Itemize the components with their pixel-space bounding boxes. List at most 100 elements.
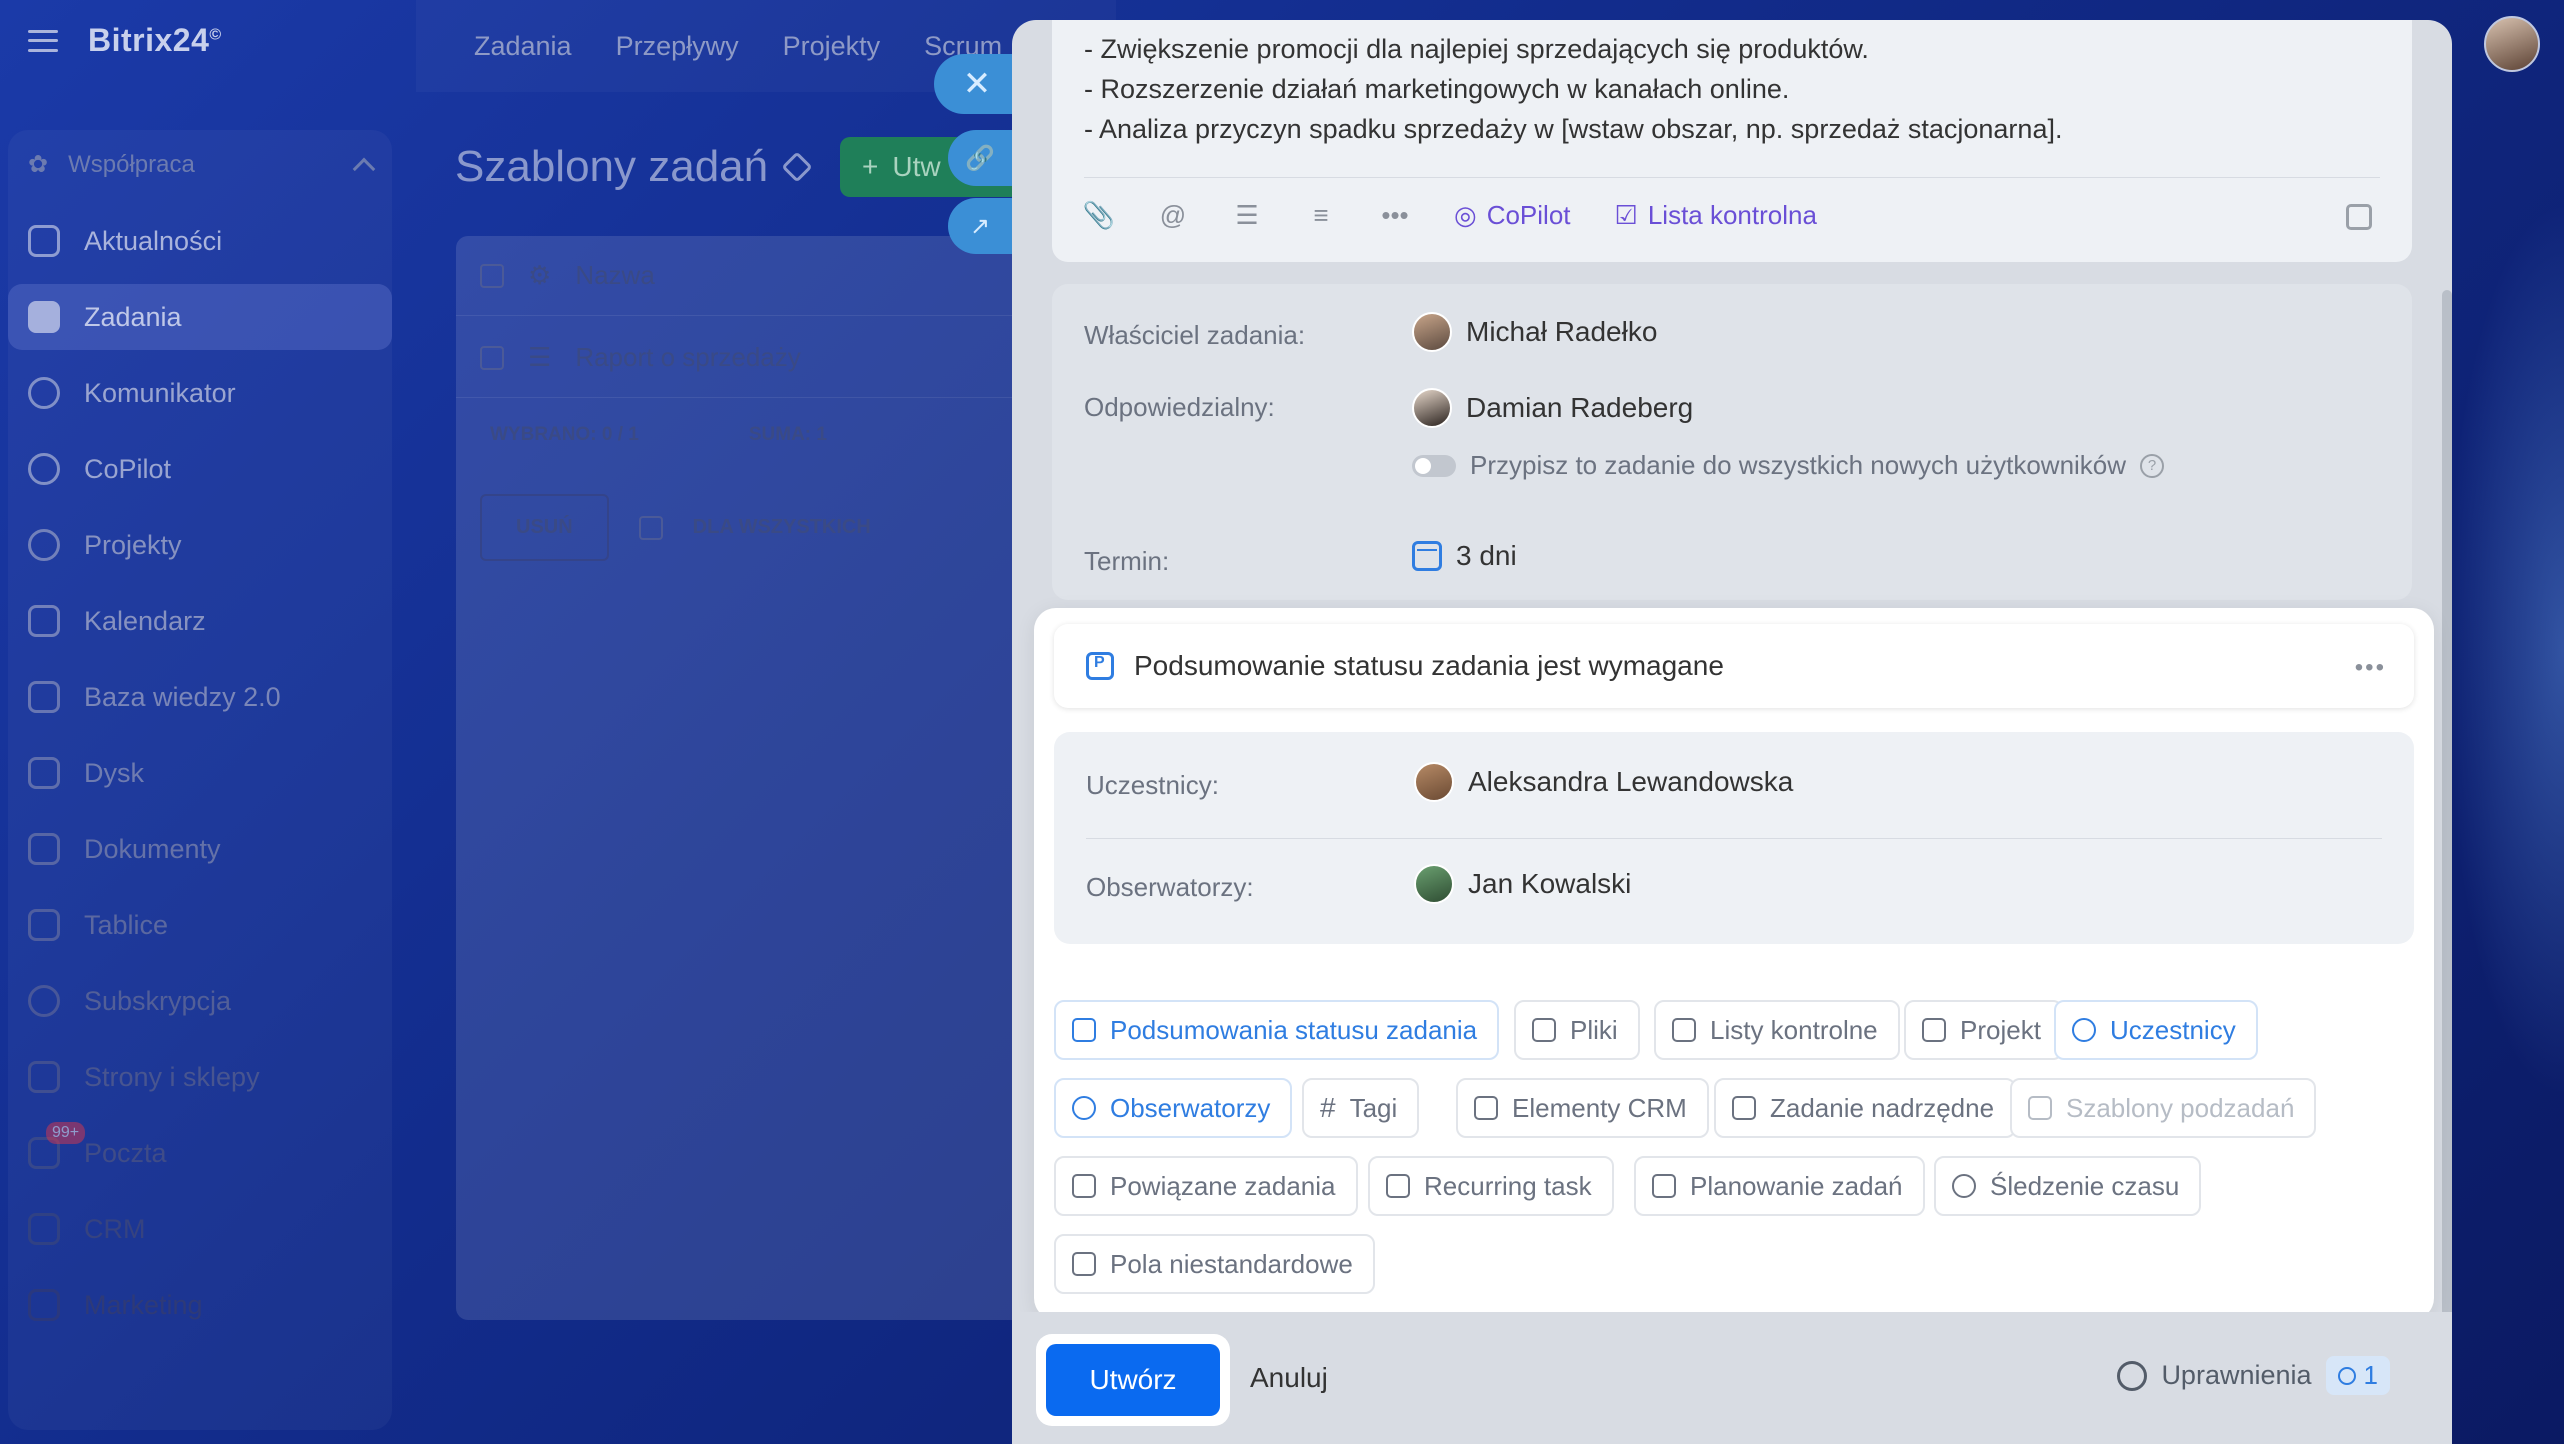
column-name[interactable]: Nazwa — [575, 260, 654, 291]
scrollbar[interactable] — [2442, 290, 2452, 1330]
pin-icon[interactable] — [781, 151, 813, 183]
sidebar-item-aktualnosci[interactable]: Aktualności — [8, 208, 392, 274]
mention-icon[interactable]: @ — [1158, 200, 1188, 231]
topnav-zadania[interactable]: Zadania — [474, 31, 572, 62]
calendar-icon — [1652, 1174, 1676, 1198]
observers-value[interactable]: Jan Kowalski — [1414, 864, 1631, 904]
avatar — [1414, 864, 1454, 904]
divider — [1086, 838, 2382, 839]
assign-all-row: Przypisz to zadanie do wszystkich nowych… — [1412, 450, 2165, 481]
chip-custom-fields[interactable]: Pola niestandardowe — [1054, 1234, 1375, 1294]
chip-checklists[interactable]: Listy kontrolne — [1654, 1000, 1900, 1060]
collab-icon: ✿ — [28, 151, 49, 178]
checklist-button[interactable]: ☑ Lista kontrolna — [1615, 200, 1817, 231]
chip-observers[interactable]: Obserwatorzy — [1054, 1078, 1293, 1138]
chip-files[interactable]: Pliki — [1514, 1000, 1640, 1060]
chevron-up-icon — [352, 157, 376, 180]
sidebar-item-copilot[interactable]: CoPilot — [8, 436, 392, 502]
permissions-button[interactable]: Uprawnienia 1 — [2117, 1356, 2390, 1395]
sidebar-item-dysk[interactable]: Dysk — [8, 740, 392, 806]
extra-fields-panel: Podsumowanie statusu zadania jest wymaga… — [1034, 608, 2434, 1320]
sidebar-item-strony[interactable]: Strony i sklepy — [8, 1044, 392, 1110]
bullet-list-icon[interactable]: ☰ — [1232, 200, 1262, 231]
open-new-window-button[interactable]: ↗ — [948, 198, 1012, 254]
slider-footer: Utwórz Anuluj Uprawnienia 1 — [1012, 1312, 2452, 1444]
more-options-icon[interactable]: ••• — [2355, 654, 2386, 682]
book-icon — [28, 681, 60, 713]
chip-related-tasks[interactable]: Powiązane zadania — [1054, 1156, 1358, 1216]
copilot-icon — [28, 453, 60, 485]
chip-task-planning[interactable]: Planowanie zadań — [1634, 1156, 1925, 1216]
help-icon[interactable]: ? — [2140, 453, 2165, 478]
sidebar-item-tablice[interactable]: Tablice — [8, 892, 392, 958]
menu-icon[interactable] — [28, 29, 58, 52]
copy-link-button[interactable]: 🔗 — [948, 130, 1012, 186]
chip-project[interactable]: Projekt — [1904, 1000, 2063, 1060]
select-all-checkbox[interactable] — [480, 263, 504, 288]
chip-crm[interactable]: Elementy CRM — [1456, 1078, 1709, 1138]
description-line[interactable]: - Analiza przyczyn spadku sprzedaży w [w… — [1084, 114, 2062, 145]
person-icon — [2337, 1366, 2356, 1385]
deadline-value[interactable]: 3 dni — [1412, 540, 1517, 572]
create-button[interactable]: Utwórz — [1046, 1344, 1220, 1416]
owner-value[interactable]: Michał Radełko — [1412, 312, 1657, 352]
repeat-icon — [1386, 1174, 1410, 1198]
templates-grid: ⚙ Nazwa ☰ Raport o sprzedaży WYBRANO: 0 … — [456, 236, 1096, 1320]
sidebar-item-zadania[interactable]: Zadania — [8, 284, 392, 350]
user-avatar[interactable] — [2484, 16, 2540, 72]
sidebar-item-marketing[interactable]: Marketing — [8, 1272, 392, 1338]
status-summary-card[interactable]: Podsumowanie statusu zadania jest wymaga… — [1054, 624, 2414, 708]
avatar — [1412, 312, 1452, 352]
description-line[interactable]: - Rozszerzenie działań marketingowych w … — [1084, 74, 1789, 105]
more-icon[interactable]: ••• — [1380, 200, 1410, 231]
marketing-icon — [28, 1289, 60, 1321]
topnav-projekty[interactable]: Projekty — [783, 31, 881, 62]
chip-recurring-task[interactable]: Recurring task — [1368, 1156, 1614, 1216]
cancel-button[interactable]: Anuluj — [1250, 1362, 1328, 1394]
copilot-button[interactable]: ◎ CoPilot — [1454, 200, 1571, 231]
sidebar-item-poczta[interactable]: Poczta 99+ — [8, 1120, 392, 1186]
delete-button[interactable]: USUŃ — [480, 494, 609, 561]
for-all-checkbox[interactable] — [638, 515, 663, 540]
sidebar-item-projekty[interactable]: Projekty — [8, 512, 392, 578]
sidebar-item-kalendarz[interactable]: Kalendarz — [8, 588, 392, 654]
description-line[interactable]: - Zwiększenie promocji dla najlepiej spr… — [1084, 34, 1869, 65]
chip-subtask-templates[interactable]: Szablony podzadań — [2010, 1078, 2317, 1138]
topnav-przeplywy[interactable]: Przepływy — [616, 31, 739, 62]
chip-participants[interactable]: Uczestnicy — [2054, 1000, 2258, 1060]
row-checkbox[interactable] — [480, 345, 504, 370]
attach-icon[interactable]: 📎 — [1083, 200, 1115, 231]
sidebar-item-crm[interactable]: CRM — [8, 1196, 392, 1262]
nav-group-header[interactable]: ✿ Współpraca — [28, 150, 376, 180]
people-card: Uczestnicy: Aleksandra Lewandowska Obser… — [1054, 732, 2414, 944]
checklist-icon: ☑ — [1614, 200, 1638, 230]
row-title[interactable]: Raport o sprzedaży — [575, 342, 800, 373]
sidebar: Bitrix24© ✿ Współpraca Aktualności Zadan… — [0, 0, 412, 1444]
subscription-icon — [28, 985, 60, 1017]
sidebar-item-komunikator[interactable]: Komunikator — [8, 360, 392, 426]
close-slider-button[interactable]: ✕ — [934, 54, 1020, 114]
search-doc-icon — [1732, 1096, 1756, 1120]
numbered-list-icon[interactable]: ≡ — [1306, 200, 1336, 231]
gear-icon — [2117, 1360, 2148, 1391]
chip-parent-task[interactable]: Zadanie nadrzędne — [1714, 1078, 2017, 1138]
chip-status-summary[interactable]: Podsumowania statusu zadania — [1054, 1000, 1500, 1060]
logo[interactable]: Bitrix24© — [88, 22, 222, 59]
hash-icon: # — [1320, 1092, 1336, 1123]
chip-time-tracking[interactable]: Śledzenie czasu — [1934, 1156, 2202, 1216]
gear-icon[interactable]: ⚙ — [528, 260, 551, 291]
expand-editor-icon[interactable] — [2346, 204, 2372, 230]
for-all-label: DLA WSZYSTKICH — [692, 516, 871, 538]
assign-all-toggle[interactable] — [1412, 454, 1456, 477]
table-row[interactable]: ☰ Raport o sprzedaży — [456, 318, 1096, 398]
participants-value[interactable]: Aleksandra Lewandowska — [1414, 762, 1793, 802]
sidebar-item-baza-wiedzy[interactable]: Baza wiedzy 2.0 — [8, 664, 392, 730]
drag-handle-icon[interactable]: ☰ — [528, 342, 551, 373]
chip-tags[interactable]: # Tagi — [1302, 1078, 1420, 1138]
responsible-value[interactable]: Damian Radeberg — [1412, 388, 1693, 428]
sidebar-item-subskrypcja[interactable]: Subskrypcja — [8, 968, 392, 1034]
cart-icon — [28, 1061, 60, 1093]
chat-icon — [28, 377, 60, 409]
sidebar-item-dokumenty[interactable]: Dokumenty — [8, 816, 392, 882]
folder-icon — [1922, 1018, 1946, 1042]
